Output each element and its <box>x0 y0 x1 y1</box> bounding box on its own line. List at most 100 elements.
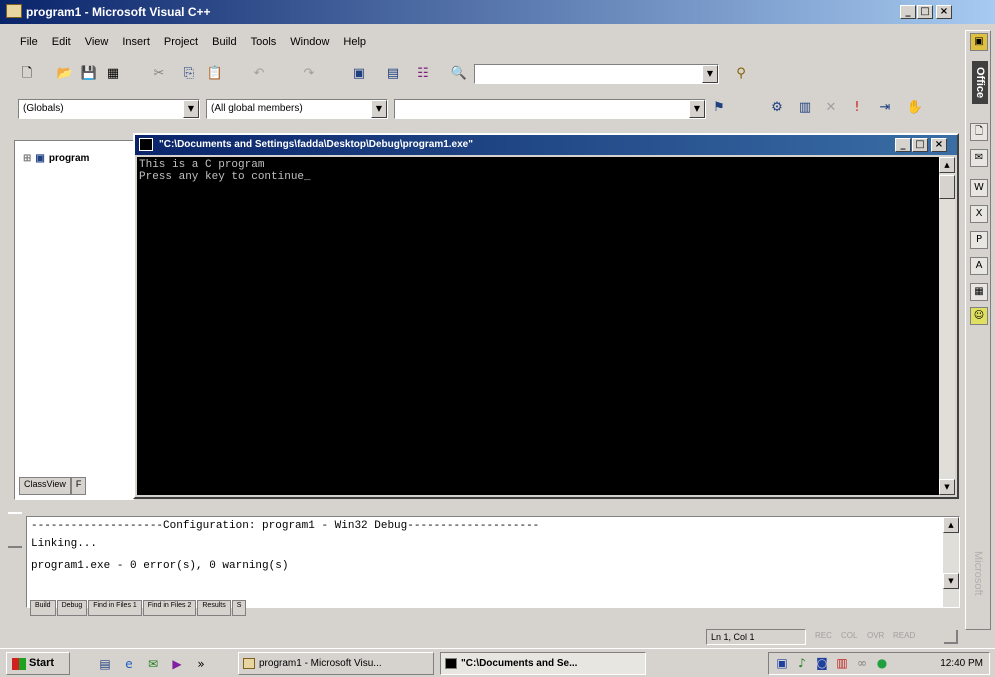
undo-icon[interactable]: ↶ <box>250 66 268 82</box>
cut-icon[interactable]: ✂ <box>150 66 168 82</box>
media-player-icon[interactable]: ▶ <box>170 657 184 671</box>
project-icon: ▣ <box>35 153 45 164</box>
menu-tools[interactable]: Tools <box>245 34 283 54</box>
output-line: program1.exe - 0 error(s), 0 warning(s) <box>31 560 289 572</box>
scroll-down-icon[interactable]: ▼ <box>943 573 959 589</box>
stop-build-icon[interactable]: ✕ <box>822 100 840 116</box>
function-combo[interactable]: ▼ <box>394 99 706 119</box>
scroll-up-icon[interactable]: ▲ <box>939 157 955 173</box>
go-icon[interactable]: ⇥ <box>876 100 894 116</box>
tab-find-in-files-1[interactable]: Find in Files 1 <box>88 600 142 616</box>
expand-icon[interactable]: ⊞ <box>23 153 31 164</box>
maximize-button[interactable]: □ <box>917 5 933 19</box>
tray-app-icon[interactable]: ◙ <box>815 656 829 670</box>
chevron-down-icon[interactable]: ▼ <box>371 100 387 118</box>
window-title: program1 - Microsoft Visual C++ <box>26 5 211 19</box>
antivirus-icon[interactable]: ▥ <box>835 656 849 670</box>
app-icon[interactable] <box>6 4 22 18</box>
tree-root[interactable]: ⊞ ▣ program <box>23 153 89 164</box>
menu-file[interactable]: File <box>14 34 44 54</box>
find-combo[interactable]: ▼ <box>474 64 719 84</box>
clock[interactable]: 12:40 PM <box>940 658 983 669</box>
redo-icon[interactable]: ↷ <box>300 66 318 82</box>
outlook-express-icon[interactable]: ✉ <box>146 657 160 671</box>
breakpoint-icon[interactable]: ✋ <box>906 100 924 116</box>
tab-classview[interactable]: ClassView <box>19 477 71 495</box>
open-icon[interactable]: 📂 <box>56 66 74 82</box>
internet-explorer-icon[interactable]: e <box>122 657 136 671</box>
tab-fileview[interactable]: F <box>70 477 87 495</box>
save-all-icon[interactable]: ▦ <box>104 66 122 82</box>
scroll-up-icon[interactable]: ▲ <box>943 517 959 533</box>
console-icon[interactable] <box>139 138 153 151</box>
scroll-thumb[interactable] <box>939 175 955 199</box>
size-grip[interactable] <box>944 630 958 644</box>
show-desktop-icon[interactable]: ▤ <box>98 657 112 671</box>
office-menu-icon[interactable]: ▣ <box>970 33 988 51</box>
execute-icon[interactable]: ! <box>848 100 866 116</box>
chevron-down-icon[interactable]: ▼ <box>689 100 705 118</box>
system-tray: ▣ ♪ ◙ ▥ ∞ ● 12:40 PM <box>768 652 990 675</box>
menu-edit[interactable]: Edit <box>46 34 77 54</box>
tree-root-label: program <box>48 153 90 164</box>
output-line: Linking... <box>31 538 98 550</box>
minimize-button[interactable]: _ <box>900 5 916 19</box>
tab-find-in-files-2[interactable]: Find in Files 2 <box>142 600 197 616</box>
wizard-actions-icon[interactable]: ⚑ <box>710 100 728 116</box>
menu-insert[interactable]: Insert <box>116 34 156 54</box>
chevron-down-icon[interactable]: ▼ <box>183 100 199 118</box>
task-console[interactable]: "C:\Documents and Se... <box>440 652 646 675</box>
console-maximize-button[interactable]: □ <box>912 138 928 152</box>
chevron-down-icon[interactable]: ▼ <box>702 65 718 83</box>
office-new-document-icon[interactable]: 🗋 <box>970 123 988 141</box>
compile-icon[interactable]: ⚙ <box>768 100 786 116</box>
output-grip[interactable] <box>8 512 22 548</box>
output-scrollbar[interactable]: ▲ ▼ <box>943 517 959 607</box>
office-excel-icon[interactable]: X <box>970 205 988 223</box>
tab-results[interactable]: Results <box>197 600 231 616</box>
title-bar: program1 - Microsoft Visual C++ _ □ × <box>0 0 995 24</box>
output-window-icon[interactable]: ▤ <box>384 66 402 82</box>
office-outlook-icon[interactable]: ✉ <box>970 149 988 167</box>
office-label: Office <box>972 61 988 105</box>
copy-icon[interactable]: ⎘ <box>180 66 198 82</box>
office-access-icon[interactable]: A <box>970 257 988 275</box>
build-icon[interactable]: ▥ <box>796 100 814 116</box>
office-powerpoint-icon[interactable]: P <box>970 231 988 249</box>
menu-window[interactable]: Window <box>284 34 335 54</box>
network-icon[interactable]: ▣ <box>775 656 789 670</box>
console-minimize-button[interactable]: _ <box>895 138 911 152</box>
scope-combo[interactable]: (Globals) ▼ <box>18 99 200 119</box>
console-close-button[interactable]: × <box>931 138 947 152</box>
menu-build[interactable]: Build <box>206 34 242 54</box>
console-screen[interactable]: This is a C program Press any key to con… <box>137 157 939 495</box>
tab-debug[interactable]: Debug <box>56 600 88 616</box>
task-visual-cpp[interactable]: program1 - Microsoft Visu... <box>238 652 434 675</box>
members-combo[interactable]: (All global members) ▼ <box>206 99 388 119</box>
new-text-file-icon[interactable]: 🗋 <box>18 66 36 82</box>
office-word-icon[interactable]: W <box>970 179 988 197</box>
paste-icon[interactable]: 📋 <box>206 66 224 82</box>
start-button[interactable]: Start <box>6 652 70 675</box>
console-scrollbar[interactable]: ▲ ▼ <box>939 157 955 495</box>
menu-view[interactable]: View <box>79 34 115 54</box>
save-icon[interactable]: 💾 <box>80 66 98 82</box>
close-button[interactable]: × <box>936 5 952 19</box>
window-list-icon[interactable]: ☷ <box>414 66 432 82</box>
messenger-icon[interactable]: ● <box>875 656 889 670</box>
link-icon[interactable]: ∞ <box>855 656 869 670</box>
more-quicklaunch-icon[interactable]: » <box>194 657 208 671</box>
office-calendar-icon[interactable]: ▦ <box>970 283 988 301</box>
find-in-files-icon[interactable]: 🔍 <box>450 66 468 82</box>
visual-cpp-icon <box>243 658 255 669</box>
office-assistant-icon[interactable]: ☺ <box>970 307 988 325</box>
menu-project[interactable]: Project <box>158 34 204 54</box>
volume-icon[interactable]: ♪ <box>795 656 809 670</box>
workspace-icon[interactable]: ▣ <box>350 66 368 82</box>
console-line: Press any key to continue_ <box>139 171 311 183</box>
menu-help[interactable]: Help <box>337 34 372 54</box>
tab-build[interactable]: Build <box>30 600 56 616</box>
tab-sql[interactable]: S <box>231 600 247 616</box>
scroll-down-icon[interactable]: ▼ <box>939 479 955 495</box>
search-binoculars-icon[interactable]: ⚲ <box>732 66 750 82</box>
